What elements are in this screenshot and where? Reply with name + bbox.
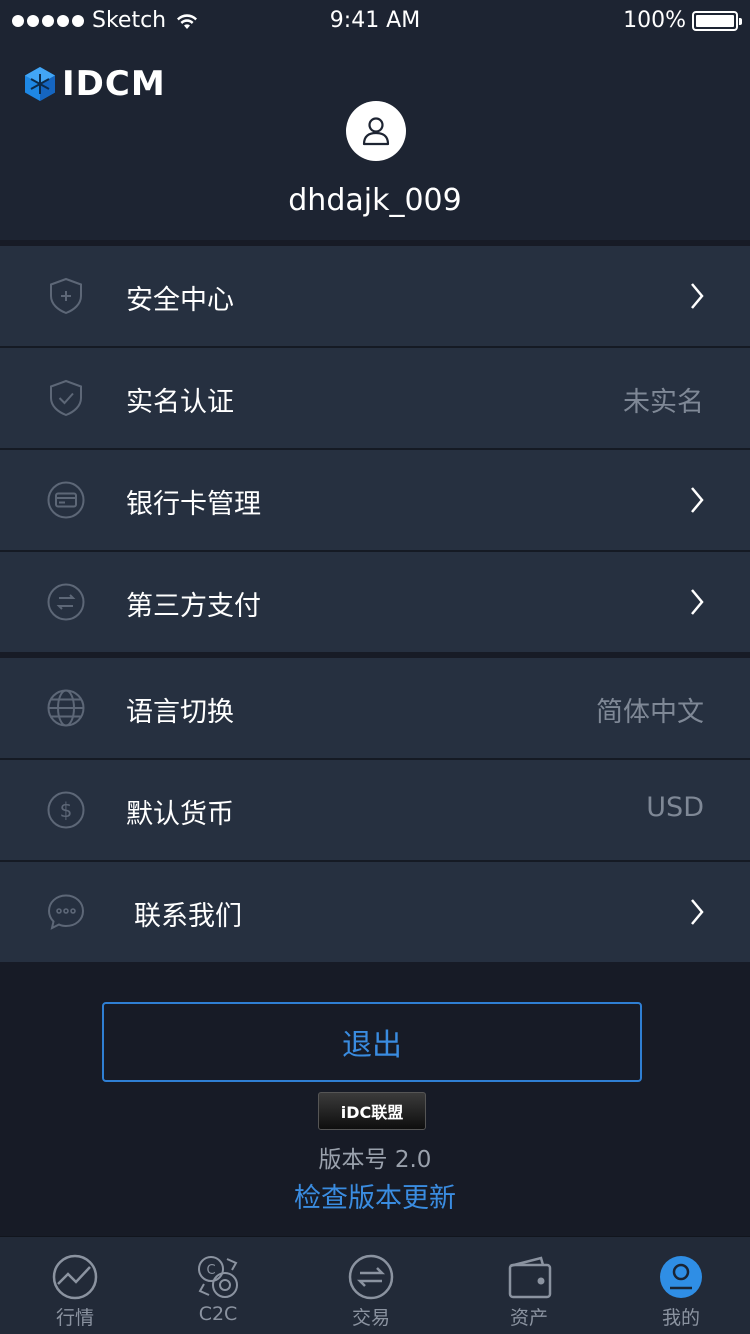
tab-mine[interactable]: 我的: [606, 1237, 750, 1334]
exchange-icon: [47, 583, 85, 621]
tab-assets[interactable]: 资产: [454, 1237, 604, 1334]
real-name-status: 未实名: [623, 387, 704, 418]
menu-item-label: 第三方支付: [126, 591, 261, 622]
idc-alliance-badge: iDC联盟: [318, 1092, 426, 1130]
globe-icon: [47, 689, 85, 727]
trade-icon: [348, 1254, 394, 1300]
status-right: 100%: [623, 8, 742, 33]
menu-item-label: 安全中心: [126, 285, 234, 316]
tab-bar: 行情 C C2C 交易 资产 我的: [0, 1236, 750, 1334]
chat-icon: [47, 894, 85, 930]
profile-icon: [660, 1256, 702, 1298]
battery-icon: [692, 10, 742, 31]
tab-label: 资产: [509, 1307, 548, 1329]
menu-item-third-party-pay[interactable]: 第三方支付: [0, 552, 750, 652]
status-bar: Sketch 9:41 AM 100%: [0, 0, 750, 44]
tab-label: 行情: [55, 1307, 94, 1329]
wallet-icon: [508, 1256, 552, 1299]
menu-item-label: 联系我们: [134, 901, 242, 932]
profile-header: Sketch 9:41 AM 100% IDCM dhdajk_009: [0, 0, 750, 240]
idcm-logo: IDCM: [24, 64, 166, 104]
logout-button[interactable]: 退出: [102, 1002, 642, 1082]
tab-c2c[interactable]: C C2C: [143, 1237, 293, 1334]
check-update-link[interactable]: 检查版本更新: [0, 1176, 750, 1215]
market-icon: [52, 1254, 98, 1300]
tab-trade[interactable]: 交易: [296, 1237, 446, 1334]
svg-text:$: $: [60, 798, 73, 822]
tab-label: C2C: [198, 1303, 238, 1325]
user-icon: [362, 117, 390, 146]
svg-text:C: C: [206, 1263, 215, 1278]
menu-item-language[interactable]: 语言切换 简体中文: [0, 658, 750, 758]
menu-item-security-center[interactable]: 安全中心: [0, 246, 750, 346]
username: dhdajk_009: [288, 183, 462, 218]
idcm-cube-icon: [25, 67, 55, 101]
menu-item-real-name[interactable]: 实名认证 未实名: [0, 348, 750, 448]
tab-label: 交易: [351, 1307, 390, 1329]
currency-value: USD: [646, 792, 704, 823]
avatar[interactable]: [346, 101, 406, 161]
c2c-icon: C: [198, 1256, 238, 1298]
version-text: 版本号 2.0: [318, 1147, 432, 1173]
menu-item-bank-card[interactable]: 银行卡管理: [0, 450, 750, 550]
menu-item-label: 实名认证: [126, 387, 234, 418]
chevron-right-icon: [691, 487, 704, 513]
menu-item-label: 银行卡管理: [126, 489, 261, 520]
language-value: 简体中文: [596, 697, 704, 728]
shield-plus-icon: [50, 277, 82, 315]
menu-item-label: 语言切换: [126, 697, 234, 728]
menu-item-contact-us[interactable]: 联系我们: [0, 862, 750, 962]
menu-item-label: 默认货币: [126, 799, 234, 830]
tab-market[interactable]: 行情: [0, 1237, 150, 1334]
logo-text: IDCM: [62, 64, 166, 104]
dollar-icon: $: [47, 791, 85, 829]
bank-card-icon: [47, 481, 85, 519]
shield-check-icon: [50, 379, 82, 417]
chevron-right-icon: [691, 283, 704, 309]
chevron-right-icon: [691, 589, 704, 615]
chevron-right-icon: [691, 899, 704, 925]
battery-percent: 100%: [623, 8, 686, 33]
menu-item-default-currency[interactable]: $ 默认货币 USD: [0, 760, 750, 860]
tab-label: 我的: [661, 1307, 700, 1329]
